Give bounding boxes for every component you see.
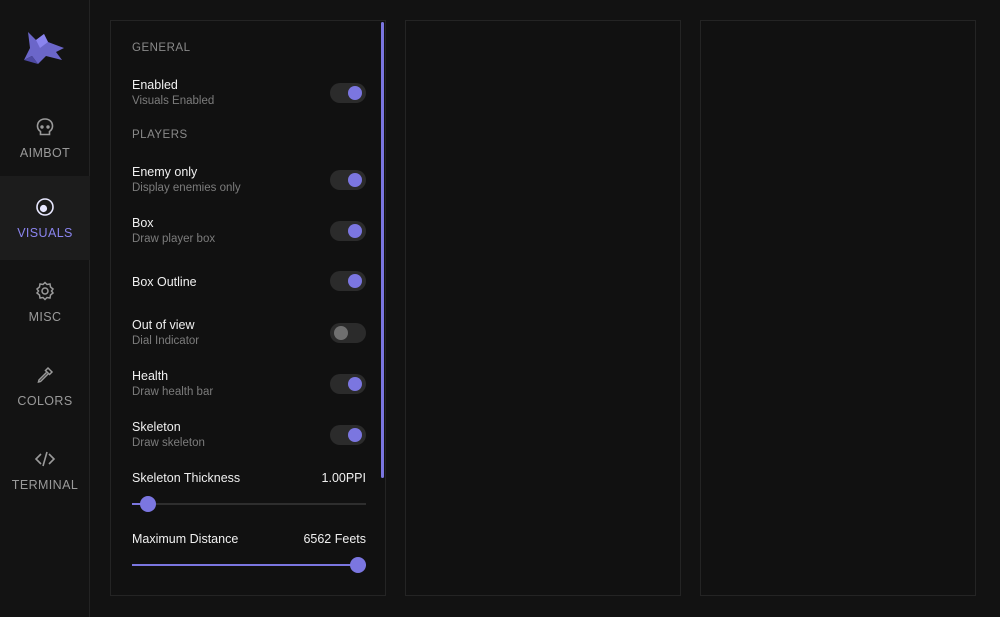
toggle-knob — [348, 377, 362, 391]
slider-thumb[interactable] — [350, 557, 366, 573]
skeleton-toggle[interactable] — [330, 425, 366, 445]
sidebar-item-label: MISC — [28, 310, 62, 324]
maximum-distance-slider[interactable] — [132, 557, 366, 573]
sidebar-item-misc[interactable]: MISC — [0, 260, 90, 344]
enabled-toggle[interactable] — [330, 83, 366, 103]
settings-scrollbar[interactable] — [381, 22, 384, 478]
slider-thumb[interactable] — [140, 496, 157, 512]
section-header-players: PLAYERS — [132, 129, 188, 141]
toggle-knob — [334, 326, 348, 340]
maximum-distance-slider-row: Maximum Distance 6562 Feets — [132, 532, 366, 573]
sidebar: AIMBOT VISUALS MISC COLORS TERMINAL — [0, 0, 90, 617]
sidebar-item-aimbot[interactable]: AIMBOT — [0, 96, 90, 180]
toggle-knob — [348, 86, 362, 100]
setting-out-of-view: Out of view Dial Indicator — [132, 318, 366, 347]
slider-fill — [132, 564, 366, 566]
code-icon — [34, 451, 56, 467]
wolf-logo-icon — [24, 32, 64, 64]
setting-enemy-only: Enemy only Display enemies only — [132, 165, 366, 194]
eyedropper-icon — [37, 366, 54, 384]
sidebar-item-colors[interactable]: COLORS — [0, 344, 90, 428]
eye-icon — [36, 198, 54, 216]
toggle-knob — [348, 173, 362, 187]
slider-value: 6562 Feets — [303, 532, 366, 546]
sidebar-item-label: AIMBOT — [19, 146, 71, 160]
section-header-general: GENERAL — [132, 42, 191, 54]
gear-icon — [35, 281, 55, 301]
setting-box-outline: Box Outline — [132, 271, 366, 291]
skeleton-thickness-slider[interactable] — [132, 496, 366, 512]
slider-label: Skeleton Thickness — [132, 471, 241, 485]
toggle-knob — [348, 224, 362, 238]
toggle-knob — [348, 428, 362, 442]
health-toggle[interactable] — [330, 374, 366, 394]
sidebar-item-terminal[interactable]: TERMINAL — [0, 428, 90, 512]
box-outline-toggle[interactable] — [330, 271, 366, 291]
setting-health: Health Draw health bar — [132, 369, 366, 398]
box-toggle[interactable] — [330, 221, 366, 241]
setting-box: Box Draw player box — [132, 216, 366, 245]
setting-enabled: Enabled Visuals Enabled — [132, 78, 366, 107]
slider-value: 1.00PPI — [321, 471, 366, 485]
sidebar-item-visuals[interactable]: VISUALS — [0, 176, 90, 260]
sidebar-item-label: VISUALS — [17, 226, 73, 240]
enemy-only-toggle[interactable] — [330, 170, 366, 190]
empty-panel-middle — [405, 20, 681, 596]
toggle-knob — [348, 274, 362, 288]
visuals-settings-panel[interactable]: GENERAL Enabled Visuals Enabled PLAYERS … — [110, 20, 386, 596]
skull-icon — [36, 118, 54, 136]
empty-panel-right — [700, 20, 976, 596]
slider-label: Maximum Distance — [132, 532, 239, 546]
sidebar-item-label: COLORS — [17, 394, 73, 408]
skeleton-thickness-slider-row: Skeleton Thickness 1.00PPI — [132, 471, 366, 512]
sidebar-item-label: TERMINAL — [11, 478, 79, 492]
setting-skeleton: Skeleton Draw skeleton — [132, 420, 366, 449]
out-of-view-toggle[interactable] — [330, 323, 366, 343]
